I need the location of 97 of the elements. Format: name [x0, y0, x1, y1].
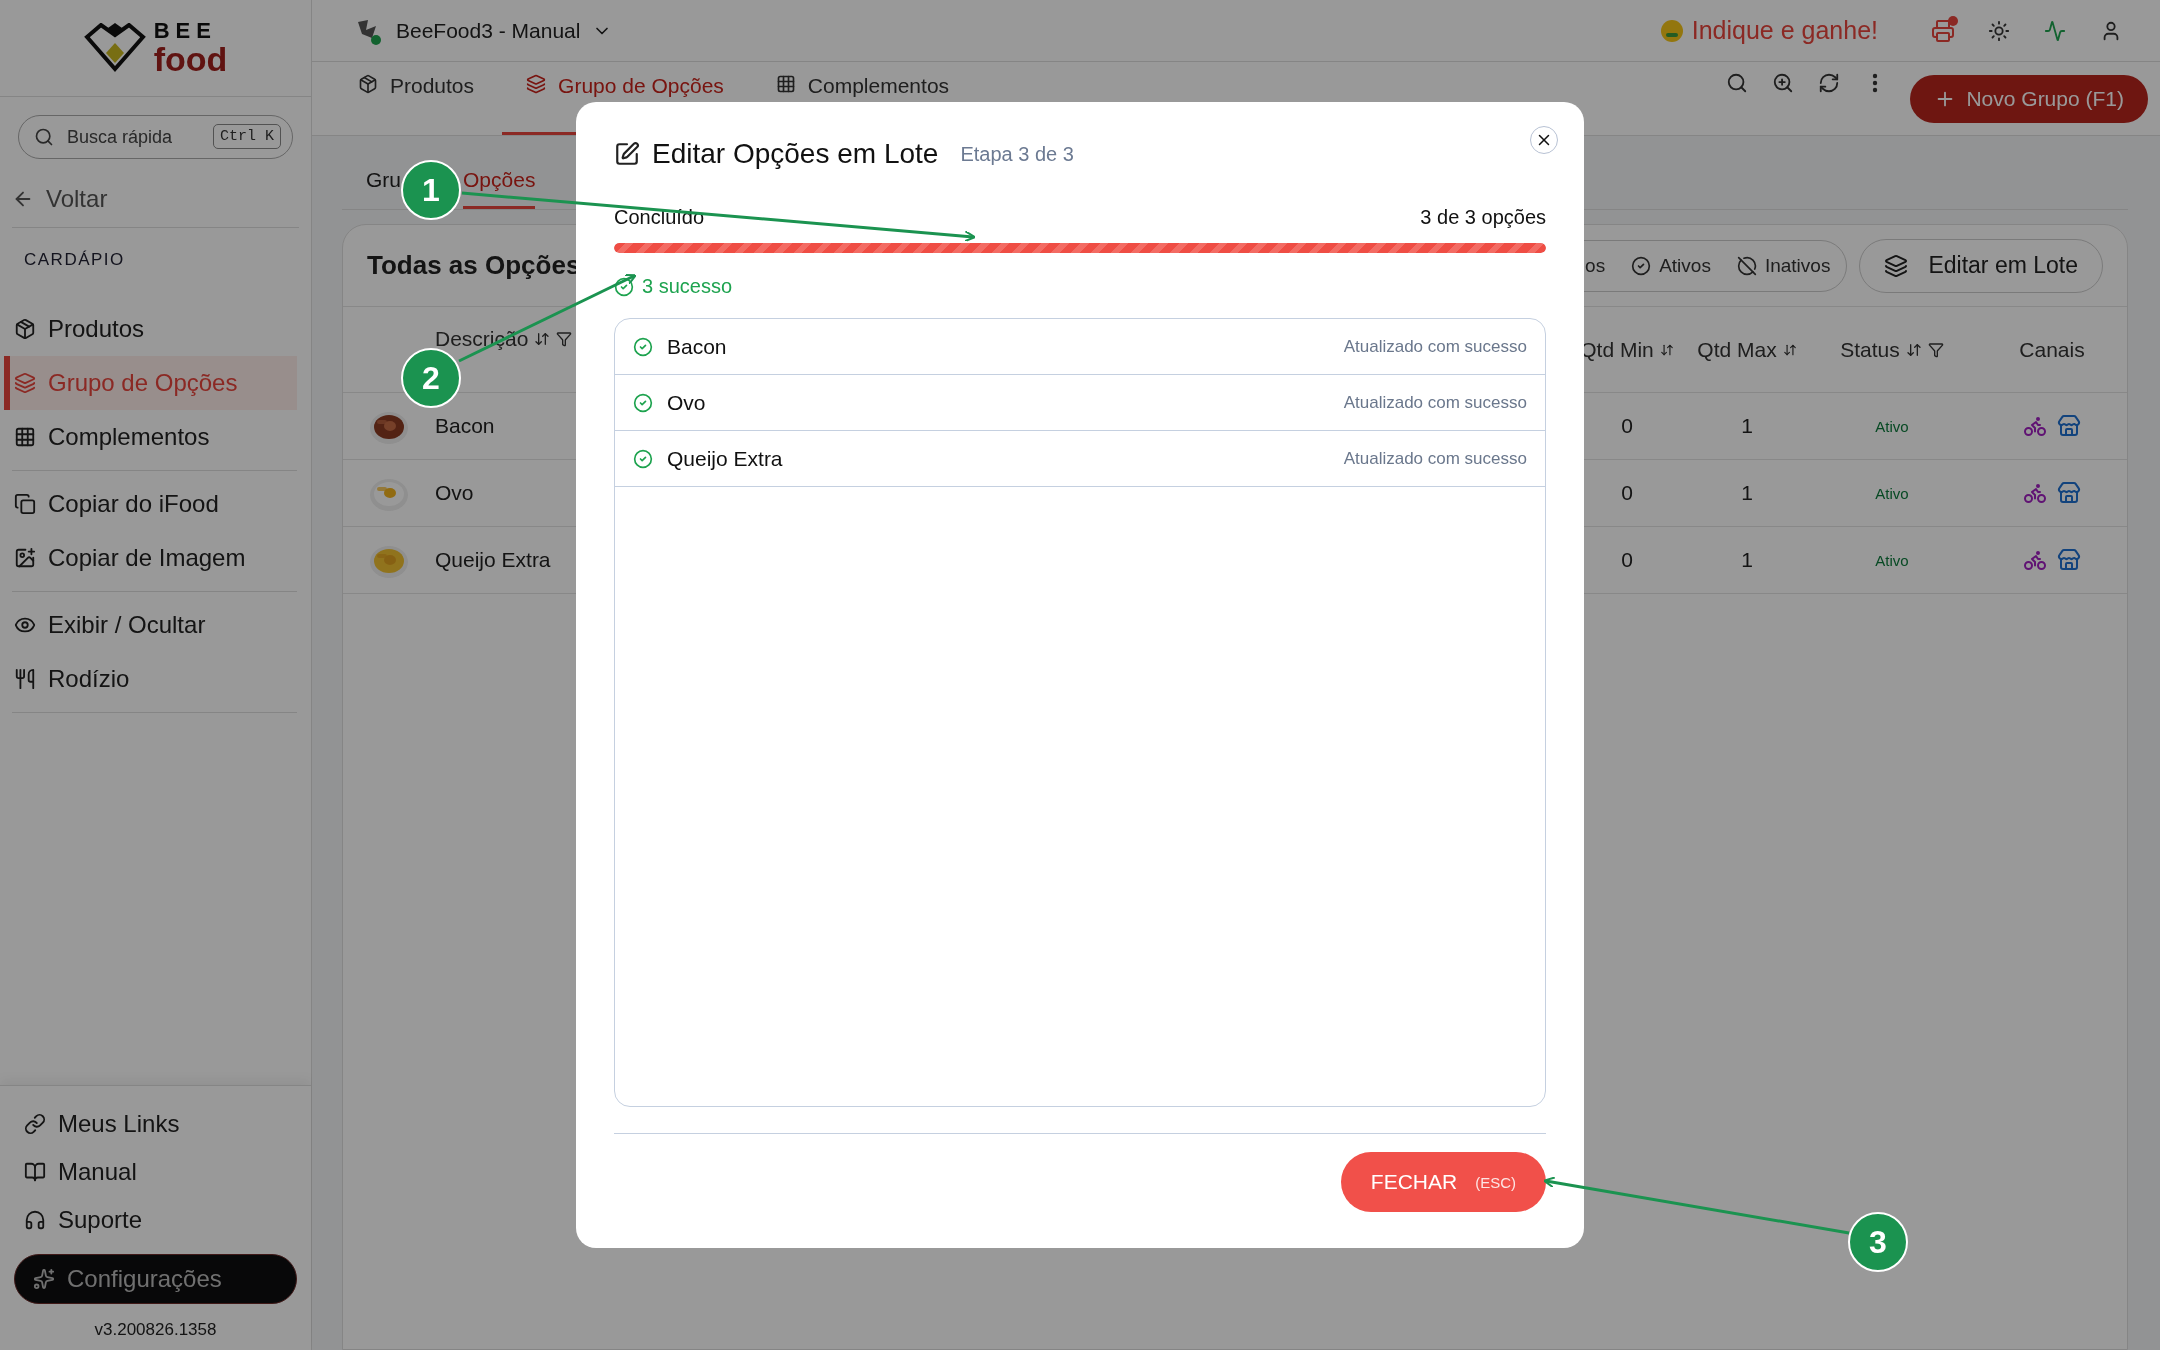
bike-icon: [2023, 414, 2047, 438]
box-icon: [358, 74, 378, 94]
sidebar-item[interactable]: Copiar de Imagem: [4, 531, 297, 585]
filter-option[interactable]: os: [1575, 254, 1616, 277]
table-cell: 1: [1741, 481, 1753, 504]
table-cell: 1: [1741, 548, 1753, 571]
table-cell: Bacon: [435, 414, 495, 437]
table-cell: 0: [1621, 414, 1633, 437]
tab[interactable]: Produtos: [334, 62, 499, 135]
sort-icon: [534, 331, 551, 347]
store-selector[interactable]: BeeFood3 - Manual: [348, 14, 619, 47]
progress-count: 3 de 3 opções: [1420, 206, 1546, 229]
search-icon: [34, 127, 54, 147]
dialog-title: Editar Opções em Lote: [652, 138, 939, 170]
progress-label: Concluído: [614, 206, 705, 229]
referral-link[interactable]: Indique e ganhe!: [1659, 16, 1878, 45]
store-icon: [2057, 548, 2081, 572]
status-label: Ativo: [1875, 484, 1909, 502]
layers-icon: [526, 74, 547, 94]
filter-option[interactable]: Inativos: [1726, 254, 1841, 277]
logo-text: BEE: [153, 20, 218, 42]
edit-icon: [614, 141, 640, 167]
back-link[interactable]: Voltar: [12, 185, 299, 228]
result-name: Queijo Extra: [667, 446, 784, 471]
logo-text: food: [153, 42, 228, 76]
sidebar-item[interactable]: Meus Links: [14, 1100, 297, 1148]
result-name: Bacon: [667, 334, 728, 359]
box-icon: [14, 318, 36, 340]
filter-icon: [1927, 341, 1944, 358]
bike-icon: [2023, 548, 2047, 572]
section-heading: CARDÁPIO: [24, 250, 126, 270]
sidebar-item[interactable]: Produtos: [4, 302, 297, 356]
settings-button[interactable]: Configurações: [14, 1254, 297, 1304]
sort-icon: [1905, 341, 1922, 358]
utensils-icon: [14, 668, 36, 690]
printer-icon: [1931, 18, 1955, 43]
tab[interactable]: Complementos: [751, 62, 974, 135]
result-message: Atualizado com sucesso: [1343, 448, 1527, 469]
notification-dot: [1948, 15, 1958, 26]
version-text: v3.200826.1358: [93, 1320, 218, 1340]
tab[interactable]: Opções: [463, 154, 536, 209]
sparkles-icon: [33, 1268, 55, 1290]
book-icon: [24, 1161, 46, 1183]
tab[interactable]: Gru: [366, 154, 401, 209]
table-cell: 0: [1621, 548, 1633, 571]
table-cell: 0: [1621, 481, 1633, 504]
sidebar-item[interactable]: Complementos: [4, 410, 297, 464]
emoji-icon: [1659, 18, 1684, 43]
copy-icon: [14, 493, 36, 515]
column-header[interactable]: Qtd Max: [1697, 337, 1777, 362]
bike-icon: [2023, 481, 2047, 505]
layers-icon: [1884, 253, 1909, 278]
grid-icon: [14, 426, 36, 448]
new-group-button[interactable]: Novo Grupo (F1): [1910, 74, 2148, 123]
pulse-icon: [2044, 19, 2066, 42]
sidebar-item[interactable]: Exibir / Ocultar: [4, 598, 297, 652]
refresh-icon: [1818, 72, 1841, 94]
result-message: Atualizado com sucesso: [1343, 336, 1527, 357]
sidebar-item[interactable]: Copiar do iFood: [4, 477, 297, 531]
sort-icon: [1782, 342, 1797, 357]
column-header[interactable]: Canais: [2019, 337, 2085, 362]
store-icon: [2057, 414, 2081, 438]
result-message: Atualizado com sucesso: [1343, 392, 1527, 413]
check-circle-icon: [1631, 255, 1652, 276]
step-indicator: Etapa 3 de 3: [960, 142, 1074, 166]
check-circle-icon: [614, 276, 634, 297]
status-label: Ativo: [1875, 551, 1909, 569]
logo-icon: [83, 23, 146, 73]
zoom-in-icon: [1772, 72, 1795, 94]
table-cell: Ovo: [435, 481, 474, 504]
batch-edit-button[interactable]: Editar em Lote: [1859, 238, 2103, 293]
more-icon: [1872, 73, 1879, 93]
close-button[interactable]: [1530, 126, 1558, 154]
filter-icon: [556, 331, 573, 347]
sidebar-item[interactable]: Manual: [14, 1148, 297, 1196]
shortcut-key: Ctrl K: [213, 124, 281, 149]
headphones-icon: [24, 1209, 46, 1231]
layers-icon: [14, 372, 36, 394]
store-icon: [2057, 481, 2081, 505]
image-plus-icon: [14, 547, 36, 569]
grid-icon: [775, 74, 796, 94]
circle-off-icon: [1736, 255, 1757, 276]
sort-icon: [1659, 342, 1674, 357]
filter-option[interactable]: Ativos: [1621, 254, 1721, 277]
table-cell: Queijo Extra: [435, 548, 551, 571]
column-header[interactable]: Status: [1840, 337, 1900, 362]
success-summary: 3 sucesso: [642, 275, 733, 298]
result-name: Ovo: [667, 390, 707, 415]
link-icon: [24, 1113, 46, 1135]
card-title: Todas as Opções: [367, 250, 582, 281]
sun-icon: [1988, 19, 2010, 42]
sidebar-item[interactable]: Suporte: [14, 1196, 297, 1244]
close-dialog-button[interactable]: FECHAR (ESC): [1340, 1152, 1546, 1212]
status-label: Ativo: [1875, 417, 1909, 435]
search-icon: [1726, 72, 1749, 94]
table-cell: 1: [1741, 414, 1753, 437]
sidebar-item[interactable]: Rodízio: [4, 652, 297, 706]
